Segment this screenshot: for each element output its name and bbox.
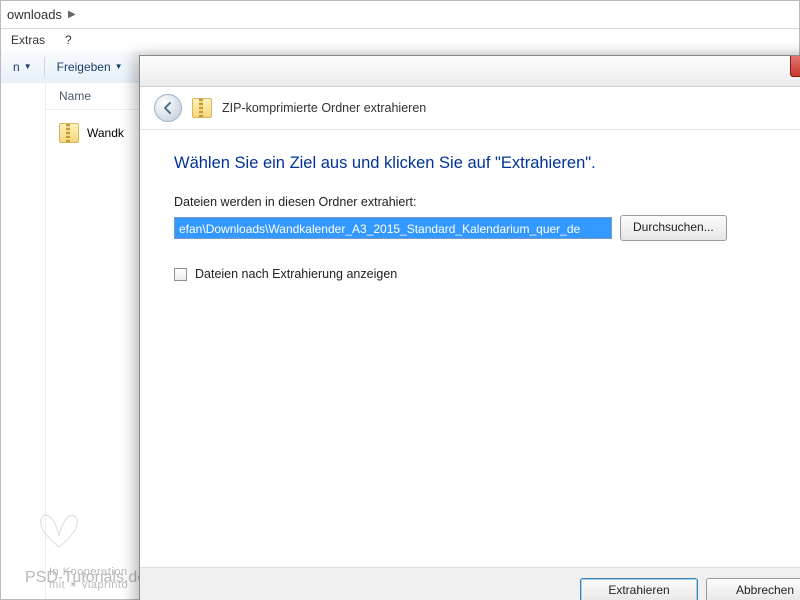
show-files-checkbox-row[interactable]: Dateien nach Extrahierung anzeigen [174,267,800,281]
cancel-button[interactable]: Abbrechen [706,578,800,600]
destination-label: Dateien werden in diesen Ordner extrahie… [174,195,800,209]
dialog-titlebar[interactable]: ✕ [140,56,800,87]
watermark: PSD-Tutorials.de In Kooperation mit ✴ vi… [25,569,146,587]
file-name: Wandk [87,126,124,140]
toolbar-share-label: Freigeben [57,51,111,83]
close-button[interactable]: ✕ [790,56,800,77]
menu-bar: Extras ? [1,29,799,52]
extract-dialog: ✕ ZIP-komprimierte Ordner extrahieren Wä… [139,55,800,600]
dialog-footer: Extrahieren Abbrechen [140,567,800,600]
butterfly-logo-icon [31,509,87,557]
address-bar[interactable]: ownloads ▶ [1,1,799,29]
zip-folder-icon [192,98,212,118]
show-files-label: Dateien nach Extrahierung anzeigen [195,267,397,281]
toolbar-organize[interactable]: n ▼ [1,51,44,83]
browse-button[interactable]: Durchsuchen... [620,215,727,241]
menu-extras[interactable]: Extras [1,29,55,51]
dialog-title: ZIP-komprimierte Ordner extrahieren [222,101,426,115]
breadcrumb-segment[interactable]: ownloads [7,7,62,22]
toolbar-share[interactable]: Freigeben ▼ [45,51,135,83]
dialog-header: ZIP-komprimierte Ordner extrahieren [140,87,800,130]
zip-folder-icon [59,123,79,143]
breadcrumb-arrow-icon: ▶ [68,9,76,20]
dialog-body: Wählen Sie ein Ziel aus und klicken Sie … [140,128,800,568]
back-arrow-icon [161,101,175,115]
destination-input[interactable]: efan\Downloads\Wandkalender_A3_2015_Stan… [174,217,612,239]
menu-help[interactable]: ? [55,29,82,51]
extract-button[interactable]: Extrahieren [580,578,698,600]
chevron-down-icon: ▼ [115,51,123,83]
checkbox-unchecked-icon[interactable] [174,268,187,281]
dialog-heading: Wählen Sie ein Ziel aus und klicken Sie … [174,154,800,173]
chevron-down-icon: ▼ [24,51,32,83]
back-button[interactable] [154,94,182,122]
toolbar-organize-label: n [13,51,20,83]
